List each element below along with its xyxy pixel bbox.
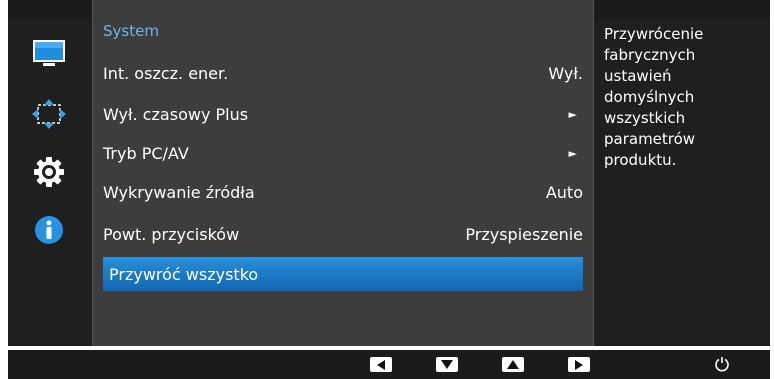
menu-item-label: Powt. przycisków bbox=[103, 224, 240, 244]
menu-item-eco-saving[interactable]: Int. oszcz. ener. Wył. bbox=[103, 56, 583, 90]
menu-item-source-detection[interactable]: Wykrywanie źródła Auto bbox=[103, 175, 583, 209]
sidebar-item-screen[interactable] bbox=[8, 90, 90, 138]
info-icon bbox=[35, 216, 63, 244]
menu-item-pc-av-mode[interactable]: Tryb PC/AV ► bbox=[103, 136, 583, 170]
left-arrow-icon bbox=[377, 359, 385, 370]
down-arrow-icon bbox=[441, 360, 453, 369]
menu-item-label: Tryb PC/AV bbox=[103, 143, 189, 163]
category-sidebar bbox=[8, 20, 90, 346]
up-arrow-icon bbox=[507, 360, 519, 369]
right-arrow-icon bbox=[575, 359, 583, 370]
sidebar-item-information[interactable] bbox=[8, 206, 90, 254]
menu-item-key-repeat[interactable]: Powt. przycisków Przyspieszenie bbox=[103, 217, 583, 251]
sidebar-item-system[interactable] bbox=[8, 148, 90, 196]
menu-title: System bbox=[103, 22, 159, 40]
menu-item-label: Wył. czasowy Plus bbox=[103, 104, 249, 124]
submenu-arrow-icon: ► bbox=[568, 146, 577, 160]
power-button[interactable] bbox=[712, 354, 732, 374]
power-icon bbox=[715, 357, 729, 372]
monitor-icon bbox=[33, 40, 65, 66]
help-text: Przywrócenie fabrycznych ustawień domyśl… bbox=[604, 25, 704, 169]
osd-menu: System Int. oszcz. ener. Wył. Wył. czaso… bbox=[8, 0, 770, 346]
sidebar-item-picture[interactable] bbox=[8, 30, 90, 78]
menu-item-off-timer-plus[interactable]: Wył. czasowy Plus ► bbox=[103, 97, 583, 131]
submenu-arrow-icon: ► bbox=[568, 107, 577, 121]
up-button[interactable] bbox=[502, 357, 524, 372]
control-bar bbox=[8, 350, 770, 379]
help-panel: Przywrócenie fabrycznych ustawień domyśl… bbox=[594, 20, 770, 346]
gear-icon bbox=[34, 157, 64, 187]
menu-item-value: Przyspieszenie bbox=[465, 224, 583, 244]
left-button[interactable] bbox=[370, 357, 392, 372]
resize-arrows-icon bbox=[32, 99, 66, 129]
menu-item-reset-all[interactable]: Przywróć wszystko bbox=[103, 257, 583, 291]
right-button[interactable] bbox=[568, 357, 590, 372]
menu-item-label: Int. oszcz. ener. bbox=[103, 63, 229, 83]
down-button[interactable] bbox=[436, 357, 458, 372]
menu-item-label: Przywróć wszystko bbox=[109, 264, 259, 284]
menu-panel: System Int. oszcz. ener. Wył. Wył. czaso… bbox=[92, 0, 594, 346]
menu-item-value: Wył. bbox=[548, 63, 583, 83]
menu-item-label: Wykrywanie źródła bbox=[103, 182, 255, 202]
menu-item-value: Auto bbox=[545, 182, 583, 202]
